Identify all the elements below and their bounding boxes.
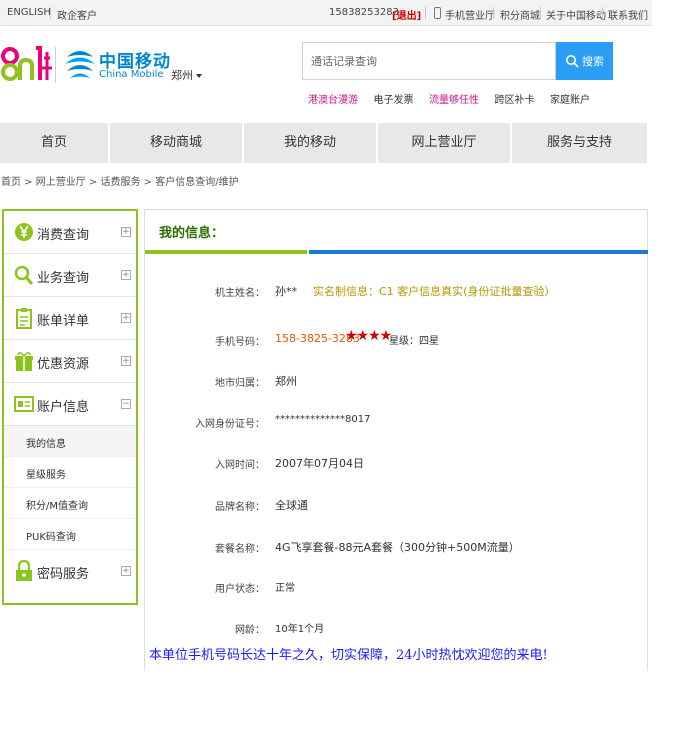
sidebar-item-label: 账户信息 [37, 400, 90, 415]
expand-icon[interactable]: + [121, 566, 131, 576]
user-phone: 15838253283 [329, 7, 399, 18]
sidebar-sub-puk[interactable]: PUK码查询 [4, 519, 136, 550]
expand-icon[interactable]: + [121, 313, 131, 323]
owner-label: 机主姓名： [215, 288, 265, 299]
yen-icon [15, 223, 33, 241]
nav-my-mobile[interactable]: 我的移动 [244, 123, 378, 163]
hotlink-data[interactable]: 流量够任性 [429, 95, 479, 106]
collapse-icon[interactable]: − [121, 399, 131, 409]
brand-value: 全球通 [275, 499, 308, 512]
sidebar-item-label: 业务查询 [37, 271, 90, 286]
mobile-phone-icon [434, 7, 441, 19]
expand-icon[interactable]: + [121, 270, 131, 280]
sidebar-sub-points[interactable]: 积分/M值查询 [4, 488, 136, 519]
search-button[interactable]: 搜索 [556, 42, 613, 80]
bill-icon [16, 308, 32, 329]
status-value: 正常 [275, 583, 295, 594]
sidebar-item-label: 优惠资源 [37, 357, 90, 372]
search-icon [566, 55, 579, 68]
divider [493, 7, 494, 19]
divider [425, 7, 426, 19]
owner-value: 孙** [275, 285, 297, 298]
search-button-label: 搜索 [582, 55, 604, 68]
sidebar: 消费查询 + 业务查询 + 账单详单 + 优惠资源 + 账户信息 − 我的信息 … [2, 209, 138, 605]
bottom-annotation: 本单位手机号码长达十年之久，切实保障，24小时热忱欢迎您的来电! [149, 648, 548, 663]
sidebar-item-label: 消费查询 [37, 228, 90, 243]
sidebar-item-account[interactable]: 账户信息 − [4, 383, 136, 426]
city-selector[interactable]: 郑州 [171, 67, 193, 83]
region-value: 郑州 [275, 375, 297, 388]
star-rating: ★★★★ [345, 328, 392, 344]
gift-icon [15, 352, 33, 371]
status-label: 用户状态： [215, 584, 265, 595]
about-link[interactable]: 关于中国移动 [546, 7, 606, 22]
sub-item-label: PUK码查询 [26, 532, 76, 543]
nav-mall[interactable]: 移动商城 [110, 123, 244, 163]
star-level: 星级：四星 [389, 336, 439, 347]
nav-home[interactable]: 首页 [0, 123, 110, 163]
realname-note: 实名制信息：C1 客户信息真实(身份证批量查验） [313, 285, 556, 298]
magnifier-icon [14, 265, 34, 285]
divider [602, 7, 603, 19]
main-nav: 首页 移动商城 我的移动 网上营业厅 服务与支持 [0, 123, 647, 163]
contact-link[interactable]: 联系我们 [608, 7, 648, 22]
plan-label: 套餐名称： [215, 544, 265, 555]
and-logo-icon[interactable] [0, 44, 52, 84]
hotlink-card-reissue[interactable]: 跨区补卡 [495, 95, 535, 106]
id-value: **************8017 [275, 414, 371, 425]
hotlink-family[interactable]: 家庭账户 [550, 95, 590, 106]
mobile-hall-link[interactable]: 手机营业厅 [445, 7, 495, 22]
phone-label: 手机号码： [215, 337, 265, 348]
title-underline-blue [309, 250, 648, 254]
enterprise-link[interactable]: 政企客户 [57, 7, 97, 22]
panel-title: 我的信息： [159, 226, 225, 241]
sub-item-label: 我的信息 [26, 439, 66, 450]
age-value: 10年1个月 [275, 624, 325, 635]
logout-link[interactable]: [退出] [392, 7, 421, 22]
breadcrumb: 首页 > 网上营业厅 > 话费服务 > 客户信息查询/维护 [1, 177, 239, 188]
join-value: 2007年07月04日 [275, 457, 364, 470]
age-label: 网龄： [235, 625, 265, 636]
sidebar-item-offers[interactable]: 优惠资源 + [4, 340, 136, 383]
sub-item-label: 星级服务 [26, 470, 66, 481]
my-info-panel: 我的信息： 机主姓名： 孙** 实名制信息：C1 客户信息真实(身份证批量查验）… [144, 209, 648, 671]
top-bar: ENGLISH 政企客户 15838253283 [退出] 手机营业厅 积分商城… [0, 0, 652, 26]
sub-item-label: 积分/M值查询 [26, 501, 88, 512]
region-label: 地市归属： [215, 378, 265, 389]
hotlink-roaming[interactable]: 港澳台漫游 [308, 95, 358, 106]
brand-name-en: China Mobile [99, 69, 164, 80]
search-input[interactable] [302, 42, 556, 80]
lock-icon [16, 560, 32, 581]
divider [50, 7, 51, 19]
join-label: 入网时间： [215, 460, 265, 471]
plan-value: 4G飞享套餐-88元A套餐（300分钟+500M流量） [275, 541, 520, 554]
sidebar-sub-my-info[interactable]: 我的信息 [4, 426, 136, 457]
sidebar-item-label: 密码服务 [37, 567, 90, 582]
divider [540, 7, 541, 19]
sidebar-item-business[interactable]: 业务查询 + [4, 254, 136, 297]
sidebar-item-label: 账单详单 [37, 314, 90, 329]
sidebar-sub-star-service[interactable]: 星级服务 [4, 457, 136, 488]
sidebar-item-password[interactable]: 密码服务 + [4, 550, 136, 593]
logo-divider [55, 47, 56, 83]
hot-links: 港澳台漫游 电子发票 流量够任性 跨区补卡 家庭账户 [308, 91, 602, 106]
hotlink-einvoice[interactable]: 电子发票 [374, 95, 414, 106]
brand-label: 品牌名称： [215, 502, 265, 513]
id-card-icon [14, 396, 34, 412]
expand-icon[interactable]: + [121, 356, 131, 366]
nav-online-hall[interactable]: 网上营业厅 [378, 123, 512, 163]
china-mobile-logo-icon[interactable] [63, 47, 97, 81]
chevron-down-icon[interactable] [196, 74, 202, 78]
english-link[interactable]: ENGLISH [7, 7, 51, 18]
id-label: 入网身份证号： [195, 419, 265, 430]
header: 中国移动 China Mobile 郑州 搜索 港澳台漫游 电子发票 流量够任性… [0, 27, 652, 111]
sidebar-item-bill-detail[interactable]: 账单详单 + [4, 297, 136, 340]
nav-service[interactable]: 服务与支持 [512, 123, 647, 163]
expand-icon[interactable]: + [121, 227, 131, 237]
points-mall-link[interactable]: 积分商城 [500, 7, 540, 22]
sidebar-item-billing[interactable]: 消费查询 + [4, 211, 136, 254]
title-underline-green [145, 250, 307, 254]
